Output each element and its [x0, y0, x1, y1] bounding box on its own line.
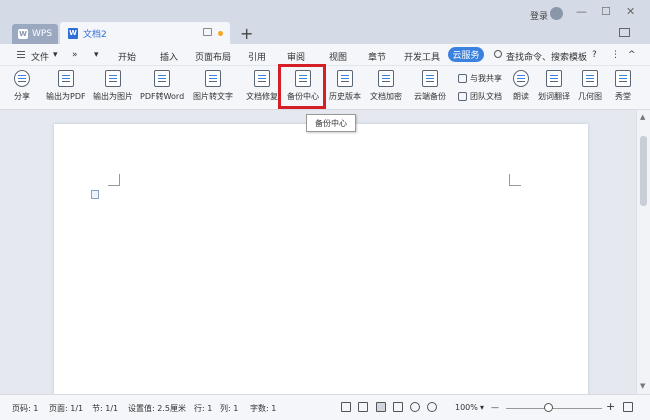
read-mode-icon[interactable]: [358, 402, 368, 412]
export-pdf-button[interactable]: 输出为PDF: [46, 70, 86, 102]
paragraph-options-icon[interactable]: [91, 190, 99, 199]
status-pages: 页面: 1/1: [49, 404, 84, 413]
doc-repair-icon: [254, 70, 270, 87]
export-pdf-icon: [57, 70, 74, 87]
history-version-icon: [337, 70, 353, 87]
image-to-text-icon: [205, 70, 221, 87]
page-view-icon[interactable]: [376, 402, 386, 412]
fullscreen-icon[interactable]: [341, 402, 351, 412]
geometry-button[interactable]: 几何图: [578, 70, 602, 102]
cloud-backup-button[interactable]: 云端备份: [414, 70, 446, 102]
zoom-in-button[interactable]: +: [606, 400, 615, 413]
zoom-level[interactable]: 100%: [455, 403, 478, 412]
share-with-me-button[interactable]: 与我共享: [458, 73, 502, 84]
margin-corner-top-right: [509, 174, 521, 186]
title-bar: W WPS W 文档2 + 登录 — ☐ ✕: [0, 0, 650, 44]
read-aloud-button[interactable]: 朗读: [513, 70, 529, 102]
unsaved-dot-icon: [218, 31, 223, 36]
status-word-count[interactable]: 字数: 1: [250, 403, 276, 414]
share-with-me-icon: [458, 74, 467, 83]
restore-button[interactable]: ☐: [601, 5, 611, 18]
zoom-out-button[interactable]: —: [491, 403, 499, 412]
cloud-backup-icon: [422, 70, 438, 87]
pdf-to-word-button[interactable]: PDF转Word: [140, 70, 184, 102]
more-menu-dropdown-icon[interactable]: ▾: [94, 50, 99, 60]
tab-document[interactable]: W 文档2: [60, 22, 230, 44]
doc-repair-button[interactable]: 文档修复: [246, 70, 278, 102]
tab-wps[interactable]: W WPS: [12, 24, 58, 44]
menu-page-layout[interactable]: 页面布局: [195, 50, 231, 63]
collapse-ribbon-icon[interactable]: ^: [628, 50, 636, 60]
outline-view-icon[interactable]: [393, 402, 403, 412]
doc-encrypt-button[interactable]: 文档加密: [370, 70, 402, 102]
tooltip: 备份中心: [306, 114, 356, 132]
status-column: 列: 1: [220, 404, 239, 413]
status-setting: 设置值: 2.5厘米: [128, 404, 186, 413]
writer-doc-icon: W: [68, 27, 78, 39]
tab-document-label: 文档2: [83, 29, 107, 40]
minimize-button[interactable]: —: [576, 5, 587, 18]
hamburger-icon[interactable]: [17, 51, 25, 58]
menu-file-dropdown-icon[interactable]: ▾: [53, 50, 58, 60]
more-menu-icon[interactable]: »: [72, 50, 78, 60]
scroll-up-icon[interactable]: ▲: [640, 113, 645, 121]
history-version-button[interactable]: 历史版本: [329, 70, 361, 102]
geometry-icon: [582, 70, 598, 87]
xiutang-icon: [615, 70, 631, 87]
eye-protection-icon[interactable]: [427, 402, 437, 412]
web-view-icon[interactable]: [410, 402, 420, 412]
status-bar: 页码: 1 页面: 1/1 节: 1/1 设置值: 2.5厘米 行: 1 列: …: [0, 394, 650, 420]
menu-references[interactable]: 引用: [248, 50, 266, 63]
menu-developer[interactable]: 开发工具: [404, 50, 440, 63]
command-search[interactable]: 查找命令、搜索模板: [506, 50, 587, 63]
tab-wps-label: WPS: [32, 29, 53, 39]
document-workspace: [0, 110, 636, 394]
share-icon: [14, 70, 30, 87]
more-options-icon[interactable]: ⋮: [611, 50, 620, 60]
status-section: 节: 1/1: [92, 404, 119, 413]
word-translate-button[interactable]: 划词翻译: [538, 70, 570, 102]
menu-view[interactable]: 视图: [329, 50, 347, 63]
team-docs-button[interactable]: 团队文档: [458, 91, 502, 102]
status-row: 行: 1: [194, 404, 213, 413]
backup-center-highlight: [278, 64, 326, 109]
window-mode-icon[interactable]: [203, 28, 212, 36]
vertical-scrollbar[interactable]: ▲ ▼: [636, 110, 650, 394]
lock-icon: [378, 70, 394, 87]
translate-icon: [546, 70, 562, 87]
search-icon[interactable]: [494, 50, 502, 58]
zoom-slider-handle[interactable]: [544, 403, 554, 412]
pdf-to-word-icon: [154, 70, 171, 87]
avatar[interactable]: [550, 7, 563, 20]
login-link[interactable]: 登录: [530, 9, 548, 22]
scroll-thumb[interactable]: [640, 136, 647, 206]
zoom-level-dropdown-icon[interactable]: ▾: [480, 403, 484, 412]
margin-corner-top-left: [108, 174, 120, 186]
close-button[interactable]: ✕: [626, 5, 635, 18]
menu-bar: 文件 ▾ » ▾ 开始 插入 页面布局 引用 审阅 视图 章节 开发工具 云服务…: [0, 44, 650, 66]
menu-insert[interactable]: 插入: [160, 50, 178, 63]
microphone-icon: [513, 70, 529, 87]
menu-file[interactable]: 文件: [31, 50, 49, 63]
zoom-slider[interactable]: [506, 408, 602, 409]
xiutang-button[interactable]: 秀堂: [615, 70, 631, 102]
share-button[interactable]: 分享: [14, 70, 30, 102]
new-tab-button[interactable]: +: [240, 24, 253, 43]
sidebar-toggle-icon[interactable]: [619, 28, 630, 37]
wps-logo-icon: W: [18, 29, 28, 39]
export-image-icon: [105, 70, 121, 87]
best-fit-icon[interactable]: [623, 402, 633, 412]
help-icon[interactable]: ?: [592, 50, 597, 60]
menu-review[interactable]: 审阅: [287, 50, 305, 63]
team-docs-icon: [458, 92, 467, 101]
document-page[interactable]: [54, 124, 588, 394]
menu-chapter[interactable]: 章节: [368, 50, 386, 63]
image-to-text-button[interactable]: 图片转文字: [193, 70, 233, 102]
menu-cloud-service[interactable]: 云服务: [448, 47, 484, 62]
status-page-number: 页码: 1: [12, 404, 39, 413]
scroll-down-icon[interactable]: ▼: [640, 382, 645, 390]
export-image-button[interactable]: 输出为图片: [93, 70, 133, 102]
menu-home[interactable]: 开始: [118, 50, 136, 63]
